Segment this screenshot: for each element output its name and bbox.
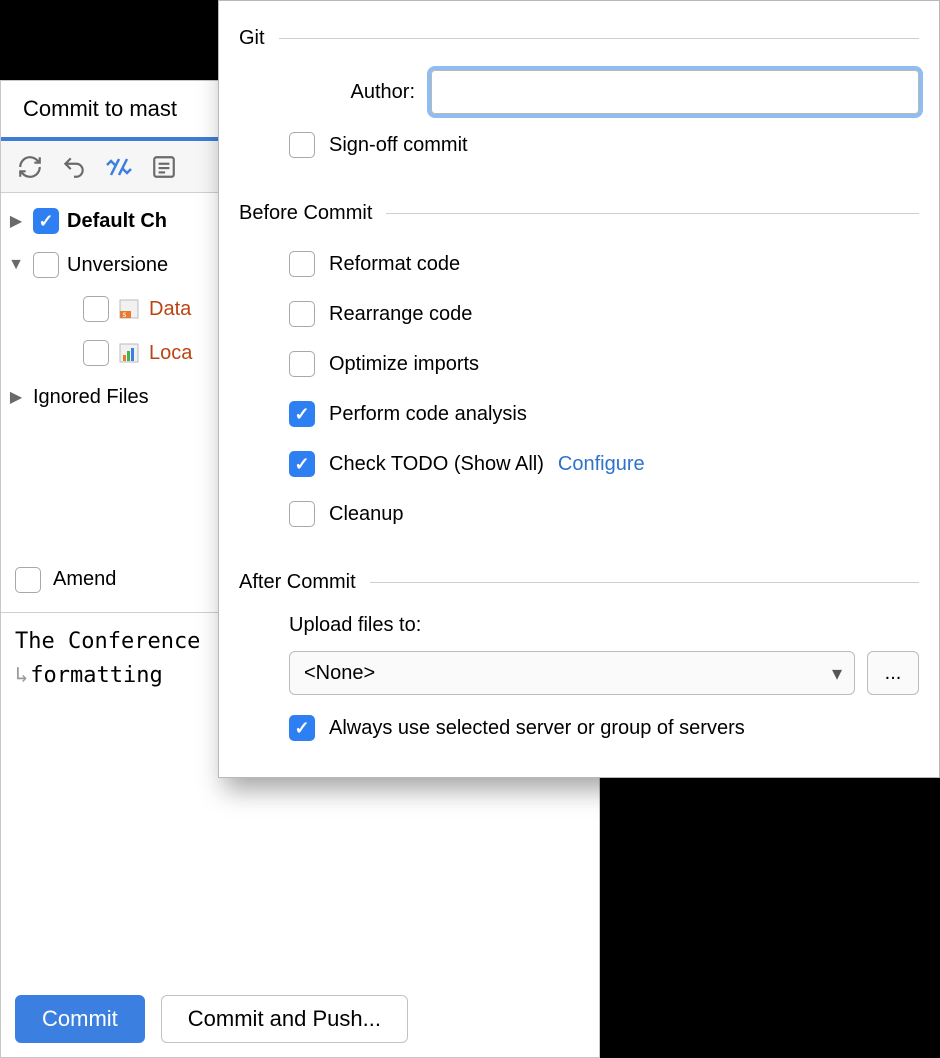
- checkbox-optimize[interactable]: [289, 351, 315, 377]
- upload-label: Upload files to:: [289, 614, 421, 637]
- upload-target-select[interactable]: <None>: [289, 651, 855, 695]
- chevron-right-icon[interactable]: ▶: [7, 211, 25, 231]
- opt-label: Perform code analysis: [329, 403, 527, 426]
- opt-rearrange[interactable]: Rearrange code: [239, 289, 919, 339]
- section-git-title: Git: [239, 27, 265, 50]
- divider: [386, 213, 919, 214]
- chevron-right-icon[interactable]: ▶: [7, 387, 25, 407]
- opt-label: Rearrange code: [329, 303, 472, 326]
- checkbox-signoff[interactable]: [289, 132, 315, 158]
- opt-label: Always use selected server or group of s…: [329, 717, 745, 740]
- author-label: Author:: [289, 81, 415, 104]
- commit-actions: Commit Commit and Push...: [1, 981, 599, 1057]
- opt-check-todo[interactable]: Check TODO (Show All) Configure: [239, 439, 919, 489]
- commit-message-line1: The Conference: [15, 629, 200, 654]
- signoff-row[interactable]: Sign-off commit: [239, 120, 919, 170]
- upload-target-value: <None>: [304, 662, 375, 685]
- rollback-icon[interactable]: [61, 154, 87, 180]
- checkbox-cleanup[interactable]: [289, 501, 315, 527]
- section-before-commit: Before Commit: [239, 202, 919, 225]
- checkbox-todo[interactable]: [289, 451, 315, 477]
- barchart-file-icon: [117, 341, 141, 365]
- commit-button[interactable]: Commit: [15, 995, 145, 1043]
- commit-message-line2: formatting: [30, 663, 176, 688]
- default-changelist-label: Default Ch: [67, 210, 167, 233]
- svg-text:s: s: [122, 310, 127, 319]
- commit-tab-label: Commit to mast: [23, 96, 177, 122]
- opt-label: Reformat code: [329, 253, 460, 276]
- unversioned-label: Unversione: [67, 254, 168, 277]
- opt-label: Optimize imports: [329, 353, 479, 376]
- section-after-commit: After Commit: [239, 571, 919, 594]
- changelist-icon[interactable]: [151, 154, 177, 180]
- checkbox-default-changelist[interactable]: [33, 208, 59, 234]
- section-git: Git: [239, 27, 919, 50]
- browse-servers-button[interactable]: ...: [867, 651, 919, 695]
- checkbox-reformat[interactable]: [289, 251, 315, 277]
- upload-select-row: <None> ...: [239, 643, 919, 703]
- opt-always-use-server[interactable]: Always use selected server or group of s…: [239, 703, 919, 753]
- ignored-label: Ignored Files: [33, 386, 149, 409]
- datasource-file-icon: s: [117, 297, 141, 321]
- checkbox-unversioned[interactable]: [33, 252, 59, 278]
- opt-cleanup[interactable]: Cleanup: [239, 489, 919, 539]
- upload-label-row: Upload files to:: [239, 608, 919, 643]
- checkbox-amend[interactable]: [15, 567, 41, 593]
- signoff-label: Sign-off commit: [329, 134, 468, 157]
- diff-icon[interactable]: [105, 154, 133, 180]
- checkbox-always-use-server[interactable]: [289, 715, 315, 741]
- file-name: Loca: [149, 342, 192, 365]
- commit-options-popover: Git Author: Sign-off commit Before Commi…: [218, 0, 940, 778]
- refresh-icon[interactable]: [17, 154, 43, 180]
- author-row: Author:: [239, 64, 919, 120]
- opt-label: Check TODO (Show All): [329, 453, 544, 476]
- divider: [370, 582, 919, 583]
- divider: [279, 38, 919, 39]
- opt-code-analysis[interactable]: Perform code analysis: [239, 389, 919, 439]
- opt-label: Cleanup: [329, 503, 404, 526]
- soft-wrap-icon: ↳: [15, 663, 28, 688]
- checkbox-file[interactable]: [83, 296, 109, 322]
- configure-todo-link[interactable]: Configure: [558, 453, 645, 476]
- section-before-title: Before Commit: [239, 202, 372, 225]
- author-input[interactable]: [431, 70, 919, 114]
- checkbox-analysis[interactable]: [289, 401, 315, 427]
- opt-reformat[interactable]: Reformat code: [239, 239, 919, 289]
- checkbox-rearrange[interactable]: [289, 301, 315, 327]
- section-after-title: After Commit: [239, 571, 356, 594]
- file-name: Data: [149, 298, 191, 321]
- checkbox-file[interactable]: [83, 340, 109, 366]
- chevron-down-icon[interactable]: ▼: [7, 256, 25, 274]
- amend-label: Amend: [53, 568, 116, 591]
- opt-optimize-imports[interactable]: Optimize imports: [239, 339, 919, 389]
- commit-and-push-button[interactable]: Commit and Push...: [161, 995, 408, 1043]
